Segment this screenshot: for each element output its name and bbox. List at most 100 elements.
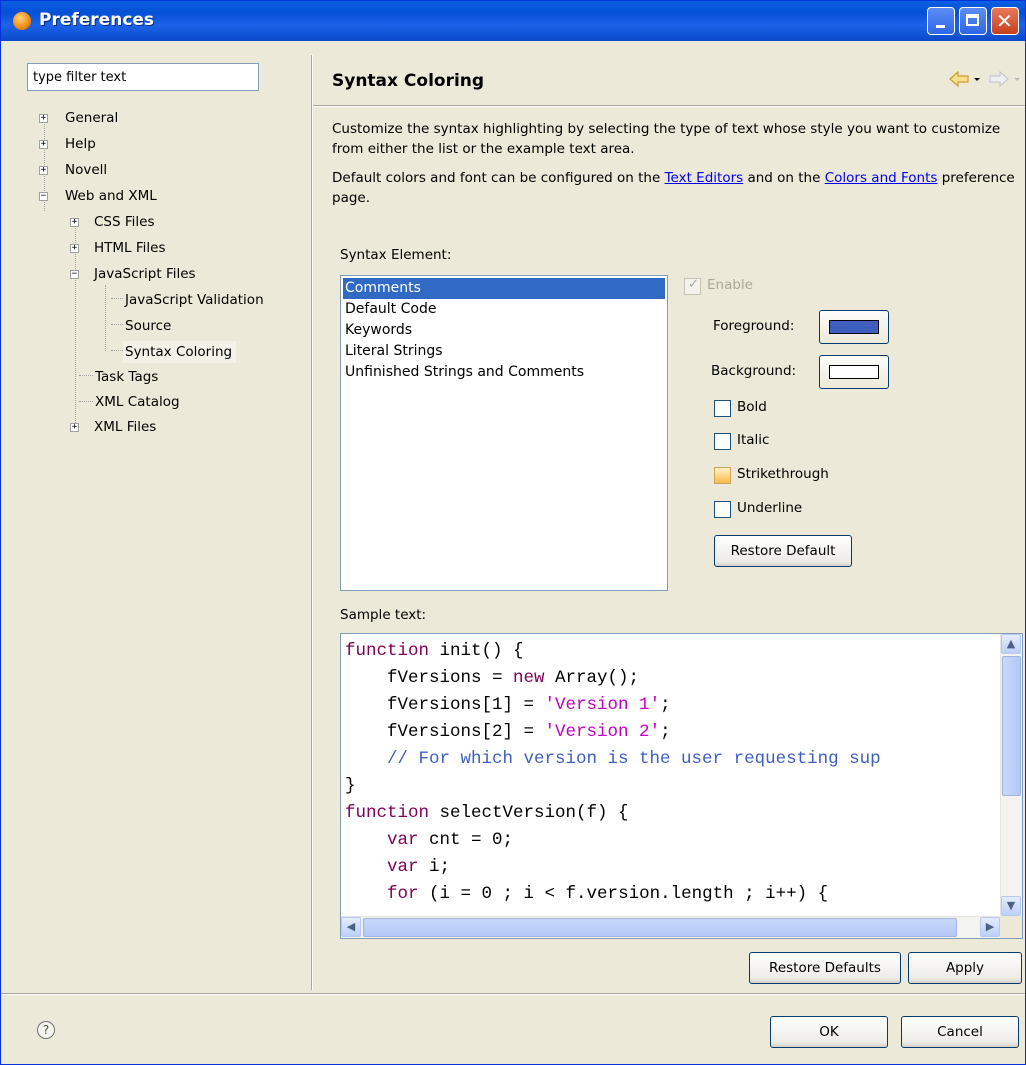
vertical-scrollbar[interactable]: ▲ ▼ xyxy=(1000,634,1022,916)
code-token: fVersions[1] = xyxy=(345,695,545,715)
syntax-element-list[interactable]: Comments Default Code Keywords Literal S… xyxy=(340,275,668,591)
underline-label: Underline xyxy=(737,500,803,516)
tree-connector xyxy=(79,401,93,402)
cancel-button[interactable]: Cancel xyxy=(901,1016,1019,1048)
enable-label: Enable xyxy=(707,277,753,293)
expand-icon[interactable]: + xyxy=(70,218,79,227)
minimize-icon xyxy=(936,25,945,28)
code-line[interactable]: fVersions[2] = 'Version 2'; xyxy=(345,719,997,746)
code-token: fVersions = xyxy=(345,668,514,688)
expand-icon[interactable]: + xyxy=(70,244,79,253)
tree-connector xyxy=(111,324,123,325)
code-token: (i = 0 ; i < f.version.length ; i++) { xyxy=(418,884,829,904)
code-token: new xyxy=(513,668,545,688)
list-item[interactable]: Literal Strings xyxy=(343,341,665,362)
preferences-window: Preferences ✕ + General + Help + Novell … xyxy=(0,0,1026,1065)
forward-arrow-icon[interactable] xyxy=(987,67,1011,91)
expand-icon[interactable]: + xyxy=(39,140,48,149)
filter-input[interactable] xyxy=(27,63,259,91)
sample-text-editor[interactable]: function init() { fVersions = new Array(… xyxy=(340,633,1023,939)
close-button[interactable]: ✕ xyxy=(991,7,1019,35)
expand-icon[interactable]: + xyxy=(39,166,48,175)
code-token: 'Version 1' xyxy=(544,695,661,715)
preference-tree: + General + Help + Novell − Web and XML … xyxy=(19,101,309,1001)
scroll-left-icon[interactable]: ◀ xyxy=(341,917,361,937)
code-token: ; xyxy=(660,722,671,742)
scroll-right-icon[interactable]: ▶ xyxy=(980,917,1000,937)
strikethrough-checkbox[interactable] xyxy=(714,467,731,484)
code-token: var xyxy=(387,830,419,850)
code-line[interactable]: for (i = 0 ; i < f.version.length ; i++)… xyxy=(345,881,997,908)
list-item[interactable]: Unfinished Strings and Comments xyxy=(343,362,665,383)
page-title: Syntax Coloring xyxy=(332,71,485,91)
code-line[interactable]: // For which version is the user request… xyxy=(345,746,997,773)
code-line[interactable]: var i; xyxy=(345,854,997,881)
scroll-up-icon[interactable]: ▲ xyxy=(1001,634,1021,654)
expand-icon[interactable]: + xyxy=(39,114,48,123)
expand-icon[interactable]: + xyxy=(70,423,79,432)
restore-default-button[interactable]: Restore Default xyxy=(714,535,852,567)
tree-label: JavaScript Validation xyxy=(125,292,264,308)
scrollbar-corner xyxy=(1000,916,1022,938)
list-item[interactable]: Comments xyxy=(343,278,665,299)
tree-label: General xyxy=(65,110,119,126)
title-bar[interactable]: Preferences ✕ xyxy=(1,1,1025,41)
app-icon xyxy=(13,12,31,30)
window-title: Preferences xyxy=(39,10,155,30)
code-line[interactable]: var cnt = 0; xyxy=(345,827,997,854)
underline-checkbox[interactable] xyxy=(714,501,731,518)
italic-checkbox[interactable] xyxy=(714,433,731,450)
back-dropdown-icon[interactable] xyxy=(972,67,982,91)
vertical-scroll-thumb[interactable] xyxy=(1002,656,1021,796)
minimize-button[interactable] xyxy=(927,7,955,35)
sample-code[interactable]: function init() { fVersions = new Array(… xyxy=(345,638,997,914)
tree-label: Source xyxy=(125,318,172,334)
horizontal-scroll-thumb[interactable] xyxy=(363,918,957,937)
background-color-swatch xyxy=(829,365,879,379)
code-line[interactable]: function init() { xyxy=(345,638,997,665)
back-arrow-icon[interactable] xyxy=(947,67,971,91)
code-line[interactable]: fVersions = new Array(); xyxy=(345,665,997,692)
list-item[interactable]: Keywords xyxy=(343,320,665,341)
list-item[interactable]: Default Code xyxy=(343,299,665,320)
code-token: // For which version is the user request… xyxy=(345,749,881,769)
bold-label: Bold xyxy=(737,399,767,415)
restore-defaults-button[interactable]: Restore Defaults xyxy=(749,952,901,984)
collapse-icon[interactable]: − xyxy=(39,192,48,201)
help-icon[interactable]: ? xyxy=(37,1021,55,1039)
maximize-button[interactable] xyxy=(959,7,987,35)
colors-and-fonts-link[interactable]: Colors and Fonts xyxy=(825,170,938,186)
bold-checkbox[interactable] xyxy=(714,400,731,417)
check-icon: ✓ xyxy=(688,277,699,292)
background-color-button[interactable] xyxy=(819,355,889,389)
code-line[interactable]: } xyxy=(345,773,997,800)
forward-dropdown-icon[interactable] xyxy=(1012,67,1022,91)
code-token: ; xyxy=(660,695,671,715)
code-token: function xyxy=(345,803,430,823)
code-token: function xyxy=(345,641,430,661)
tree-label: Novell xyxy=(65,162,108,178)
ok-button[interactable]: OK xyxy=(770,1016,888,1048)
foreground-color-button[interactable] xyxy=(819,310,889,344)
maximize-icon xyxy=(966,14,979,26)
tree-connector xyxy=(111,298,123,299)
code-token: i; xyxy=(418,857,451,877)
enable-checkbox[interactable]: ✓ xyxy=(684,277,701,295)
apply-button[interactable]: Apply xyxy=(908,952,1022,984)
text-editors-link[interactable]: Text Editors xyxy=(665,170,744,186)
code-token: init() { xyxy=(429,641,524,661)
tree-label: CSS Files xyxy=(94,214,155,230)
pane-divider[interactable] xyxy=(311,55,313,990)
horizontal-scrollbar[interactable]: ◀ ▶ xyxy=(341,916,1000,938)
scroll-down-icon[interactable]: ▼ xyxy=(1001,896,1021,916)
description-text: Default colors and font can be configure… xyxy=(332,170,665,186)
tree-label: Help xyxy=(65,136,96,152)
italic-label: Italic xyxy=(737,432,770,448)
page-description-links: Default colors and font can be configure… xyxy=(332,168,1022,208)
code-line[interactable]: fVersions[1] = 'Version 1'; xyxy=(345,692,997,719)
tree-label: HTML Files xyxy=(94,240,166,256)
code-token: } xyxy=(345,776,356,796)
collapse-icon[interactable]: − xyxy=(70,270,79,279)
code-line[interactable]: function selectVersion(f) { xyxy=(345,800,997,827)
